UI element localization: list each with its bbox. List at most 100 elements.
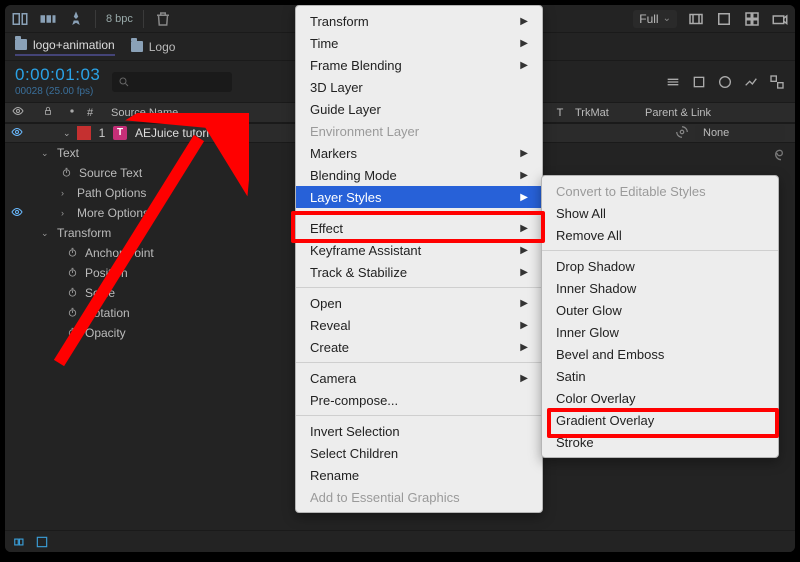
timeline-search[interactable] [112,72,232,92]
menu-time[interactable]: Time▶ [296,32,542,54]
stopwatch-icon[interactable] [67,327,79,339]
shy-column-icon [67,106,77,119]
property-label: More Options [77,206,149,220]
menu-guide-layer[interactable]: Guide Layer [296,98,542,120]
visibility-toggle[interactable] [9,126,25,141]
trkmat-column-header: TrkMat [575,107,645,119]
submenu-arrow-icon: ▶ [520,320,528,331]
search-icon [118,76,130,88]
toggle-switches-icon[interactable] [13,535,27,549]
submenu-arrow-icon: ▶ [520,298,528,309]
property-label: Rotation [85,306,130,320]
menu-layer-styles[interactable]: Layer Styles▶ [296,186,542,208]
submenu-arrow-icon: ▶ [520,148,528,159]
layer-context-menu: Transform▶ Time▶ Frame Blending▶ 3D Laye… [295,5,543,513]
submenu-arrow-icon: ▶ [520,16,528,27]
output-module-icon[interactable] [11,10,29,28]
property-label: Scale [85,286,115,300]
submenu-outer-glow[interactable]: Outer Glow [542,299,778,321]
submenu-show-all[interactable]: Show All [542,202,778,224]
submenu-inner-glow[interactable]: Inner Glow [542,321,778,343]
toggle-mask-icon[interactable] [715,10,733,28]
property-label: Source Text [79,166,142,180]
rocket-icon[interactable] [67,10,85,28]
menu-separator [296,362,542,363]
timeline-option-icon-2[interactable] [691,74,707,90]
submenu-color-overlay[interactable]: Color Overlay [542,387,778,409]
menu-track-stabilize[interactable]: Track & Stabilize▶ [296,261,542,283]
menu-separator [296,287,542,288]
menu-invert-selection[interactable]: Invert Selection [296,420,542,442]
render-queue-icon[interactable] [39,10,57,28]
submenu-drop-shadow[interactable]: Drop Shadow [542,255,778,277]
submenu-arrow-icon: ▶ [520,60,528,71]
property-label: Opacity [85,326,126,340]
lock-column-icon [43,106,53,119]
menu-effect[interactable]: Effect▶ [296,217,542,239]
layer-expand-caret[interactable]: ⌄ [63,128,73,139]
submenu-stroke[interactable]: Stroke [542,431,778,453]
menu-3d-layer[interactable]: 3D Layer [296,76,542,98]
submenu-bevel-emboss[interactable]: Bevel and Emboss [542,343,778,365]
submenu-arrow-icon: ▶ [520,373,528,384]
stopwatch-icon[interactable] [67,307,79,319]
menu-separator [296,212,542,213]
current-time[interactable]: 0:00:01:03 [15,66,100,85]
menu-blending-mode[interactable]: Blending Mode▶ [296,164,542,186]
pickwhip-icon[interactable] [675,125,689,142]
menu-environment-layer: Environment Layer [296,120,542,142]
menu-frame-blending[interactable]: Frame Blending▶ [296,54,542,76]
menu-transform[interactable]: Transform▶ [296,10,542,32]
timeline-option-icon-3[interactable] [717,74,733,90]
stopwatch-icon[interactable] [61,167,73,179]
bit-depth-label[interactable]: 8 bpc [106,13,133,25]
menu-add-essential-graphics: Add to Essential Graphics [296,486,542,508]
menu-create[interactable]: Create▶ [296,336,542,358]
timeline-option-icon-5[interactable] [769,74,785,90]
menu-separator [542,250,778,251]
source-name-column-header[interactable]: Source Name [111,107,178,119]
menu-rename[interactable]: Rename [296,464,542,486]
property-label: Path Options [77,186,146,200]
menu-select-children[interactable]: Select Children [296,442,542,464]
resolution-dropdown[interactable]: Full ⌄ [633,10,677,28]
layer-index: 1 [95,126,109,140]
menu-markers[interactable]: Markers▶ [296,142,542,164]
frame-blend-icon[interactable] [35,535,49,549]
folder-icon [131,41,143,52]
stopwatch-icon[interactable] [67,287,79,299]
stopwatch-icon[interactable] [67,267,79,279]
tab-logo-animation[interactable]: logo+animation [15,38,115,56]
submenu-inner-shadow[interactable]: Inner Shadow [542,277,778,299]
submenu-satin[interactable]: Satin [542,365,778,387]
property-label: Transform [57,226,111,240]
submenu-arrow-icon: ▶ [520,267,528,278]
submenu-gradient-overlay[interactable]: Gradient Overlay [542,409,778,431]
parent-dropdown[interactable]: None [695,125,785,141]
stopwatch-icon[interactable] [67,247,79,259]
viewer-options-icon[interactable] [687,10,705,28]
timeline-option-icon-1[interactable] [665,74,681,90]
property-label: Position [85,266,128,280]
menu-precompose[interactable]: Pre-compose... [296,389,542,411]
menu-open[interactable]: Open▶ [296,292,542,314]
menu-camera[interactable]: Camera▶ [296,367,542,389]
parent-link-column-header: Parent & Link [645,107,795,119]
tab-label: Logo [149,40,176,54]
visibility-toggle[interactable] [9,206,25,221]
menu-keyframe-assistant[interactable]: Keyframe Assistant▶ [296,239,542,261]
tab-logo[interactable]: Logo [131,40,176,54]
submenu-arrow-icon: ▶ [520,170,528,181]
property-label: Anchor Point [85,246,154,260]
submenu-convert-editable: Convert to Editable Styles [542,180,778,202]
expression-spiral-icon[interactable] [769,145,785,161]
label-color[interactable] [77,126,91,140]
camera-icon[interactable] [771,10,789,28]
index-column-header: # [81,107,99,119]
timeline-option-icon-4[interactable] [743,74,759,90]
trash-icon[interactable] [154,10,172,28]
menu-reveal[interactable]: Reveal▶ [296,314,542,336]
submenu-remove-all[interactable]: Remove All [542,224,778,246]
grid-icon[interactable] [743,10,761,28]
layer-name[interactable]: AEJuice tutori [135,126,209,140]
